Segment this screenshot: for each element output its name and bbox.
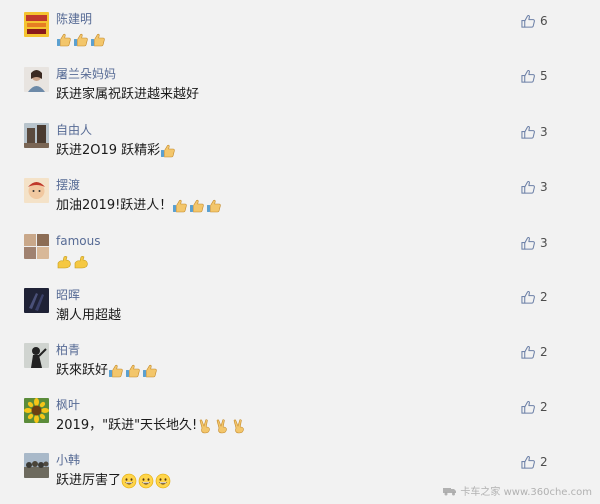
comment-text: 跃进家属祝跃进越来越好 xyxy=(56,85,199,105)
grinning-face-icon xyxy=(138,473,154,489)
thumbs-up-icon xyxy=(172,198,188,214)
username[interactable]: 陈建明 xyxy=(56,11,92,27)
comment-text-body: 跃來跃好 xyxy=(56,363,109,378)
comment-item: famous 3 xyxy=(0,234,600,284)
comment-text-body: 加油2019!跃进人！ xyxy=(56,198,173,213)
thumbs-up-icon xyxy=(142,363,158,379)
watermark: 卡车之家 www.360che.com xyxy=(443,483,592,498)
like-button[interactable]: 3 xyxy=(521,234,548,252)
victory-hand-icon xyxy=(214,418,230,434)
comment-item: 柏青 跃來跃好 2 xyxy=(0,343,600,393)
thumbs-up-icon xyxy=(56,32,72,48)
thumbs-up-icon xyxy=(160,143,176,159)
comment-text-body: 2019，"跃进"天长地久! xyxy=(56,418,198,433)
thumbs-up-outline-icon xyxy=(521,236,536,251)
thumbs-up-icon xyxy=(108,363,124,379)
avatar[interactable] xyxy=(24,288,49,313)
comment-text: 跃进2O19 跃精彩 xyxy=(56,141,177,161)
victory-hand-icon xyxy=(231,418,247,434)
comment-item: 自由人 跃进2O19 跃精彩 3 xyxy=(0,123,600,173)
flexed-bicep-icon xyxy=(56,254,72,270)
comment-text-body: 跃进2O19 跃精彩 xyxy=(56,143,161,158)
avatar[interactable] xyxy=(24,178,49,203)
username[interactable]: 摆渡 xyxy=(56,177,80,193)
like-count: 3 xyxy=(540,236,548,250)
grinning-face-icon xyxy=(121,473,137,489)
like-button[interactable]: 3 xyxy=(521,178,548,196)
grinning-face-icon xyxy=(155,473,171,489)
watermark-text: 卡车之家 www.360che.com xyxy=(460,487,592,498)
like-button[interactable]: 2 xyxy=(521,288,548,306)
like-count: 2 xyxy=(540,455,548,469)
thumbs-up-icon xyxy=(90,32,106,48)
avatar[interactable] xyxy=(24,398,49,423)
username[interactable]: 屠兰朵妈妈 xyxy=(56,66,116,82)
avatar[interactable] xyxy=(24,234,49,259)
comment-item: 摆渡 加油2019!跃进人！ 3 xyxy=(0,178,600,228)
like-count: 5 xyxy=(540,69,548,83)
like-count: 2 xyxy=(540,345,548,359)
comment-text: 潮人用超越 xyxy=(56,306,121,326)
flexed-bicep-icon xyxy=(73,254,89,270)
like-button[interactable]: 6 xyxy=(521,12,548,30)
username[interactable]: 枫叶 xyxy=(56,397,80,413)
thumbs-up-outline-icon xyxy=(521,125,536,140)
like-count: 2 xyxy=(540,400,548,414)
like-count: 3 xyxy=(540,125,548,139)
comment-text-body: 潮人用超越 xyxy=(56,308,122,323)
username[interactable]: 柏青 xyxy=(56,342,80,358)
comment-item: 枫叶 2019，"跃进"天长地久! 2 xyxy=(0,398,600,448)
thumbs-up-outline-icon xyxy=(521,180,536,195)
comment-text: 跃來跃好 xyxy=(56,361,159,381)
thumbs-up-outline-icon xyxy=(521,455,536,470)
thumbs-up-outline-icon xyxy=(521,69,536,84)
like-button[interactable]: 2 xyxy=(521,398,548,416)
comment-text-body: 跃进厉害了 xyxy=(56,473,122,488)
comment-text-body: 跃进家属祝跃进越来越好 xyxy=(56,87,200,102)
like-count: 3 xyxy=(540,180,548,194)
like-button[interactable]: 3 xyxy=(521,123,548,141)
thumbs-up-outline-icon xyxy=(521,345,536,360)
comment-item: 昭晖 潮人用超越 2 xyxy=(0,288,600,338)
avatar[interactable] xyxy=(24,12,49,37)
thumbs-up-outline-icon xyxy=(521,14,536,29)
avatar[interactable] xyxy=(24,453,49,478)
avatar[interactable] xyxy=(24,123,49,148)
truck-logo-icon xyxy=(443,486,457,496)
victory-hand-icon xyxy=(197,418,213,434)
avatar[interactable] xyxy=(24,67,49,92)
like-button[interactable]: 2 xyxy=(521,453,548,471)
comment-text xyxy=(56,30,107,50)
thumbs-up-icon xyxy=(73,32,89,48)
username[interactable]: famous xyxy=(56,233,100,249)
thumbs-up-outline-icon xyxy=(521,290,536,305)
like-count: 2 xyxy=(540,290,548,304)
comment-text: 跃进厉害了 xyxy=(56,471,172,491)
like-count: 6 xyxy=(540,14,548,28)
comment-text: 2019，"跃进"天长地久! xyxy=(56,416,248,436)
thumbs-up-icon xyxy=(206,198,222,214)
username[interactable]: 小韩 xyxy=(56,452,80,468)
thumbs-up-icon xyxy=(125,363,141,379)
like-button[interactable]: 5 xyxy=(521,67,548,85)
avatar[interactable] xyxy=(24,343,49,368)
username[interactable]: 昭晖 xyxy=(56,287,80,303)
thumbs-up-icon xyxy=(189,198,205,214)
comment-item: 屠兰朵妈妈 跃进家属祝跃进越来越好 5 xyxy=(0,67,600,117)
thumbs-up-outline-icon xyxy=(521,400,536,415)
comment-text xyxy=(56,252,90,272)
comment-item: 陈建明 6 xyxy=(0,12,600,62)
comment-text: 加油2019!跃进人！ xyxy=(56,196,223,216)
like-button[interactable]: 2 xyxy=(521,343,548,361)
username[interactable]: 自由人 xyxy=(56,122,92,138)
